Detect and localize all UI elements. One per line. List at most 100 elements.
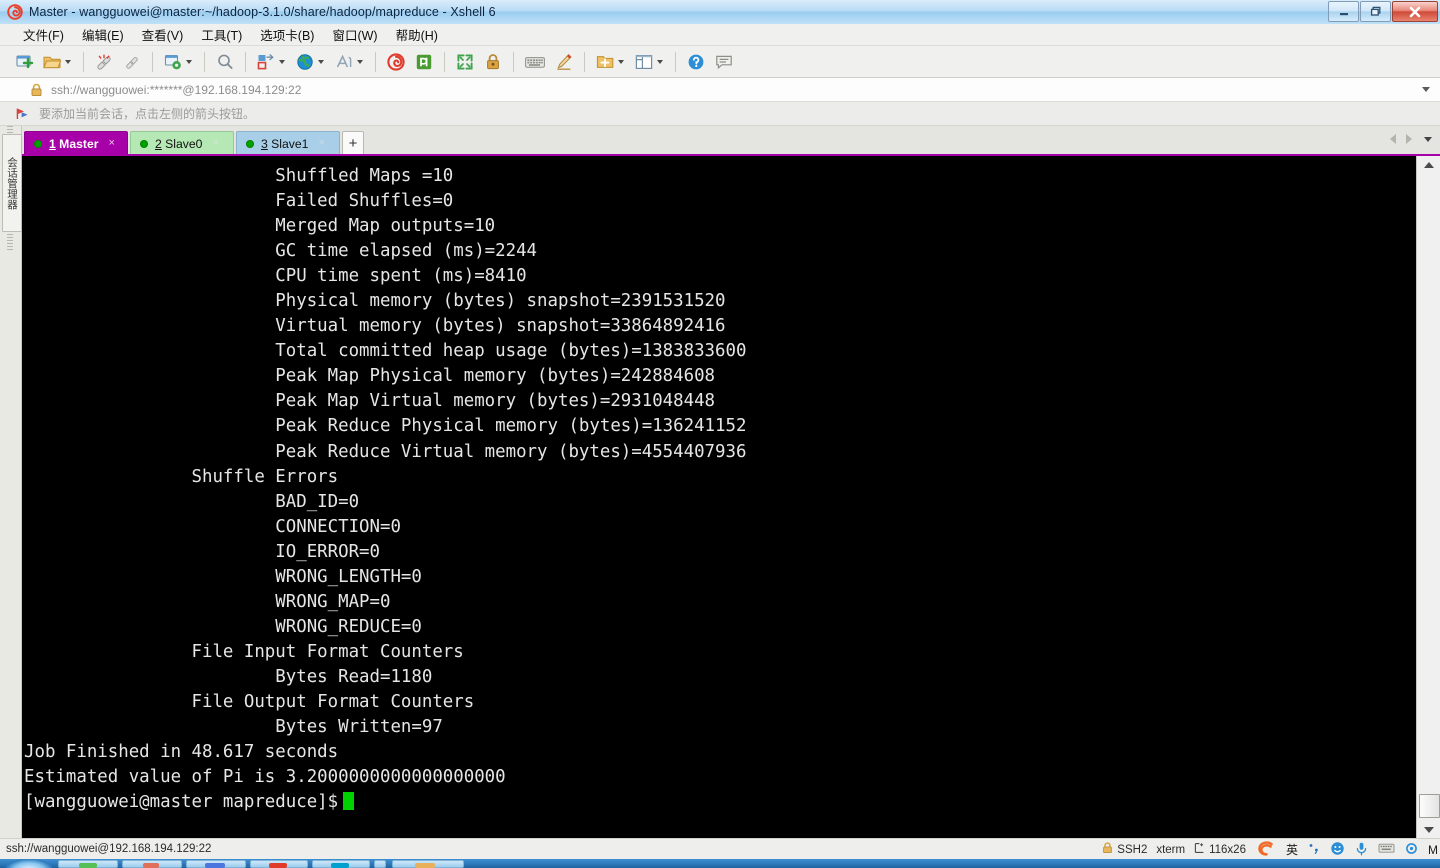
taskbar-item[interactable] xyxy=(122,860,182,868)
taskbar-item[interactable] xyxy=(58,860,118,868)
status-connection: ssh://wangguowei@192.168.194.129:22 xyxy=(6,843,212,855)
scroll-down-button[interactable] xyxy=(1417,821,1440,838)
taskbar-item[interactable] xyxy=(312,860,370,868)
chevron-down-icon[interactable] xyxy=(1422,87,1430,92)
tab-name-slave1: Slave1 xyxy=(271,136,309,151)
menu-tools[interactable]: 工具(T) xyxy=(192,23,251,46)
add-to-folder-caret-icon[interactable] xyxy=(618,59,624,64)
xshell-window: Master - wangguowei@master:~/hadoop-3.1.… xyxy=(0,0,1440,868)
taskbar-item[interactable] xyxy=(250,860,308,868)
start-button[interactable] xyxy=(6,859,52,868)
tab-name-master: Master xyxy=(59,136,99,151)
menu-bar: 文件(F) 编辑(E) 查看(V) 工具(T) 选项卡(B) 窗口(W) 帮助(… xyxy=(0,24,1440,46)
open-folder-caret-icon[interactable] xyxy=(65,59,71,64)
xftp-button[interactable] xyxy=(410,48,438,76)
disconnect-button[interactable] xyxy=(90,48,118,76)
menu-file[interactable]: 文件(F) xyxy=(14,23,73,46)
status-size: 116x26 xyxy=(1209,843,1246,856)
menu-edit[interactable]: 编辑(E) xyxy=(73,23,133,46)
notice-bar: 要添加当前会话，点击左侧的箭头按钮。 xyxy=(0,102,1440,126)
ime-settings-icon[interactable] xyxy=(1404,841,1419,859)
xftp-green-icon xyxy=(416,54,432,69)
emoji-icon[interactable] xyxy=(1330,841,1345,859)
restore-button[interactable] xyxy=(1360,1,1391,22)
resize-icon xyxy=(1194,842,1205,857)
feedback-button[interactable] xyxy=(710,48,738,76)
session-properties-button[interactable] xyxy=(159,48,198,76)
layout-caret-icon[interactable] xyxy=(657,59,663,64)
xshell-button[interactable] xyxy=(382,48,410,76)
tab-menu-chevron-down-icon[interactable] xyxy=(1424,137,1432,142)
taskbar-item[interactable] xyxy=(186,860,246,868)
find-button[interactable] xyxy=(211,48,239,76)
soft-keyboard-icon[interactable] xyxy=(1378,841,1395,858)
magnifier-icon xyxy=(218,54,233,69)
properties-caret-icon[interactable] xyxy=(186,59,192,64)
triangle-right-icon[interactable] xyxy=(1406,134,1412,144)
status-right-group: SSH2 xterm 116x26 英 M xyxy=(1102,839,1438,860)
file-transfer-button[interactable] xyxy=(252,48,291,76)
help-button[interactable] xyxy=(682,48,710,76)
font-button[interactable] xyxy=(330,48,369,76)
toolbar-separator xyxy=(204,51,205,72)
terminal-screen[interactable]: Shuffled Maps =10 Failed Shuffles=0 Merg… xyxy=(22,156,1416,838)
fullscreen-button[interactable] xyxy=(451,48,479,76)
tab-slave1[interactable]: 3 Slave1 × xyxy=(236,131,340,155)
address-input[interactable]: ssh://wangguowei:*******@192.168.194.129… xyxy=(51,83,301,97)
file-transfer-caret-icon[interactable] xyxy=(279,59,285,64)
tab-label-slave1: 3 Slave1 xyxy=(261,137,308,151)
padlock-icon xyxy=(1102,842,1113,857)
triangle-left-icon[interactable] xyxy=(1390,134,1396,144)
punctuation-icon[interactable] xyxy=(1307,841,1321,858)
tab-close-icon[interactable]: × xyxy=(108,138,114,149)
tab-status-dot-icon xyxy=(34,139,42,148)
scrollbar-thumb[interactable] xyxy=(1419,794,1440,818)
new-session-button[interactable] xyxy=(10,48,38,76)
address-bar[interactable]: ssh://wangguowei:*******@192.168.194.129… xyxy=(0,78,1440,102)
highlight-pen-button[interactable] xyxy=(550,48,578,76)
session-manager-tab[interactable]: 会话管理器 xyxy=(2,134,22,232)
tab-close-icon[interactable]: × xyxy=(212,138,218,149)
open-folder-button[interactable] xyxy=(38,48,77,76)
tab-slave0[interactable]: 2 Slave0 × xyxy=(130,131,234,155)
padlock-icon xyxy=(30,83,43,97)
tab-scroll-controls xyxy=(1390,134,1412,144)
lock-button[interactable] xyxy=(479,48,507,76)
bookmark-flag-icon xyxy=(16,107,31,121)
globe-caret-icon[interactable] xyxy=(318,59,324,64)
keyboard-button[interactable] xyxy=(520,48,550,76)
layout-button[interactable] xyxy=(630,48,669,76)
minimize-button[interactable] xyxy=(1328,1,1359,22)
sogou-ime-icon[interactable] xyxy=(1255,841,1277,859)
menu-view[interactable]: 查看(V) xyxy=(133,23,193,46)
toolbar-separator xyxy=(675,51,676,72)
toolbar-separator xyxy=(152,51,153,72)
session-manager-rail[interactable]: 会话管理器 xyxy=(0,126,22,838)
close-button[interactable] xyxy=(1392,1,1438,22)
taskbar-item[interactable] xyxy=(392,860,464,868)
terminal-cursor xyxy=(343,792,355,811)
menu-help[interactable]: 帮助(H) xyxy=(387,23,447,46)
globe-button[interactable] xyxy=(291,48,330,76)
menu-tabs[interactable]: 选项卡(B) xyxy=(251,23,323,46)
voice-input-icon[interactable] xyxy=(1354,841,1369,859)
tab-close-icon[interactable]: × xyxy=(318,138,324,149)
toolbar xyxy=(0,46,1440,78)
tab-master[interactable]: 1 Master × xyxy=(24,131,128,155)
add-to-folder-button[interactable] xyxy=(591,48,630,76)
font-A-icon xyxy=(336,54,352,67)
notice-text: 要添加当前会话，点击左侧的箭头按钮。 xyxy=(39,107,256,121)
menu-window[interactable]: 窗口(W) xyxy=(323,23,386,46)
new-tab-button[interactable]: + xyxy=(342,131,364,155)
terminal-scrollbar[interactable] xyxy=(1416,156,1440,838)
fullscreen-arrows-icon xyxy=(457,53,473,70)
font-caret-icon[interactable] xyxy=(357,59,363,64)
reconnect-button[interactable] xyxy=(118,48,146,76)
tab-status-dot-icon xyxy=(140,139,148,148)
window-controls xyxy=(1328,1,1438,22)
scroll-up-button[interactable] xyxy=(1417,156,1440,173)
taskbar-item[interactable] xyxy=(374,860,386,868)
ime-extra-label[interactable]: M xyxy=(1428,843,1438,857)
ime-mode[interactable]: 英 xyxy=(1286,841,1298,858)
toolbar-separator xyxy=(245,51,246,72)
